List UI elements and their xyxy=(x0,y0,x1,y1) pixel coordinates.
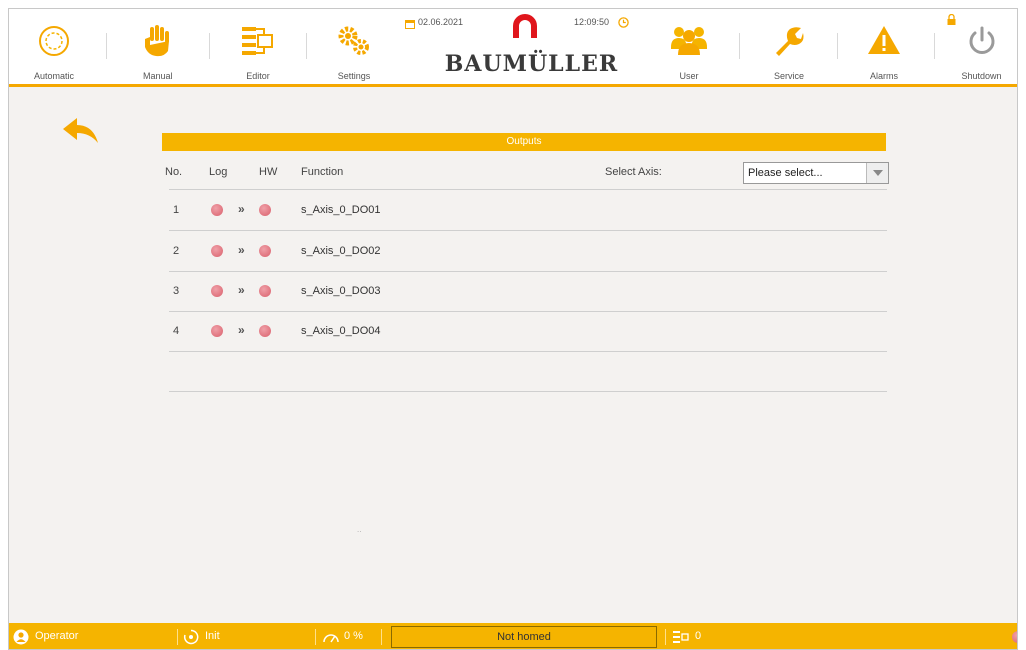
brand-logo: BAUMÜLLER xyxy=(444,51,619,77)
output-no: 4 xyxy=(173,325,180,337)
settings-label: Settings xyxy=(337,71,371,81)
manual-label: Manual xyxy=(143,71,173,81)
status-led-icon xyxy=(1012,631,1017,643)
speedometer-icon xyxy=(322,631,340,646)
output-function: s_Axis_0_DO02 xyxy=(301,245,381,257)
service-button[interactable]: Service xyxy=(749,9,829,84)
outputs-title-bar: Outputs xyxy=(162,133,886,151)
program-count: 0 xyxy=(695,630,702,642)
editor-label: Editor xyxy=(246,71,270,81)
output-no: 1 xyxy=(173,204,180,216)
automatic-icon xyxy=(38,25,70,62)
users-icon xyxy=(670,25,708,60)
forward-arrow-icon: » xyxy=(238,283,245,297)
back-button[interactable] xyxy=(61,117,99,150)
status-bar: Operator Init 0 % Not homed 0 xyxy=(9,623,1017,649)
shutdown-button[interactable]: Shutdown xyxy=(944,9,1017,84)
divider xyxy=(169,351,887,352)
axis-select-value: Please select... xyxy=(748,167,823,179)
settings-button[interactable]: Settings xyxy=(309,9,399,84)
warning-icon xyxy=(867,25,901,60)
toolbar-divider xyxy=(934,33,935,59)
hmi-window: Automatic Manual Editor Settings 02.06.2… xyxy=(8,8,1018,650)
col-header-function: Function xyxy=(301,166,344,178)
toolbar-divider xyxy=(306,33,307,59)
output-row: 4 » s_Axis_0_DO04 xyxy=(9,311,1017,351)
service-label: Service xyxy=(773,71,804,81)
mode-label: Init xyxy=(205,630,220,642)
power-icon xyxy=(966,25,998,62)
log-status-led-icon xyxy=(211,285,223,297)
output-row: 1 » s_Axis_0_DO01 xyxy=(9,190,1017,230)
toolbar-divider xyxy=(837,33,838,59)
operator-icon xyxy=(13,629,29,648)
output-no: 3 xyxy=(173,285,180,297)
hw-status-led-icon xyxy=(259,285,271,297)
editor-icon xyxy=(240,25,276,62)
status-divider xyxy=(665,629,666,645)
automatic-label: Automatic xyxy=(33,71,75,81)
wrench-icon xyxy=(773,25,805,62)
output-function: s_Axis_0_DO04 xyxy=(301,325,381,337)
init-cycle-icon xyxy=(183,629,199,648)
gears-icon xyxy=(336,25,372,62)
alarms-label: Alarms xyxy=(869,71,898,81)
user-label: User xyxy=(679,71,699,81)
shutdown-label: Shutdown xyxy=(961,71,1002,81)
output-row: 2 » s_Axis_0_DO02 xyxy=(9,231,1017,271)
editor-button[interactable]: Editor xyxy=(213,9,303,84)
hw-status-led-icon xyxy=(259,245,271,257)
clock-icon xyxy=(618,15,629,33)
placeholder-dots: .. xyxy=(357,525,362,534)
calendar-icon xyxy=(405,16,415,34)
forward-arrow-icon: » xyxy=(238,202,245,216)
user-button[interactable]: User xyxy=(649,9,729,84)
status-divider xyxy=(315,629,316,645)
override-value: 0 % xyxy=(344,630,363,642)
output-function: s_Axis_0_DO01 xyxy=(301,204,381,216)
back-arrow-icon xyxy=(61,118,99,149)
toolbar-divider xyxy=(209,33,210,59)
forward-arrow-icon: » xyxy=(238,323,245,337)
output-function: s_Axis_0_DO03 xyxy=(301,285,381,297)
manual-button[interactable]: Manual xyxy=(112,9,202,84)
col-header-log: Log xyxy=(209,166,228,178)
col-header-hw: HW xyxy=(259,166,278,178)
output-row: 3 » s_Axis_0_DO03 xyxy=(9,271,1017,311)
output-no: 2 xyxy=(173,245,180,257)
alarms-button[interactable]: Alarms xyxy=(844,9,924,84)
log-status-led-icon xyxy=(211,325,223,337)
dropdown-arrow-icon[interactable] xyxy=(866,163,888,183)
top-toolbar: Automatic Manual Editor Settings 02.06.2… xyxy=(9,9,1017,87)
brand-area: 02.06.2021 12:09:50 BAUMÜLLER xyxy=(405,9,649,84)
hand-icon xyxy=(142,25,172,62)
status-divider xyxy=(381,629,382,645)
divider xyxy=(169,391,887,392)
hw-status-led-icon xyxy=(259,204,271,216)
forward-arrow-icon: » xyxy=(238,243,245,257)
date-display: 02.06.2021 xyxy=(418,17,464,27)
homing-status-box: Not homed xyxy=(391,626,657,648)
status-divider xyxy=(177,629,178,645)
toolbar-divider xyxy=(739,33,740,59)
baumuller-emblem-icon xyxy=(513,14,537,45)
axis-select-dropdown[interactable]: Please select... xyxy=(743,162,889,184)
log-status-led-icon xyxy=(211,204,223,216)
program-icon xyxy=(673,630,689,647)
log-status-led-icon xyxy=(211,245,223,257)
col-header-no: No. xyxy=(165,166,183,178)
select-axis-label: Select Axis: xyxy=(605,166,662,178)
time-display: 12:09:50 xyxy=(574,17,610,27)
automatic-button[interactable]: Automatic xyxy=(9,9,99,84)
hw-status-led-icon xyxy=(259,325,271,337)
user-role-label: Operator xyxy=(35,630,79,642)
toolbar-divider xyxy=(106,33,107,59)
